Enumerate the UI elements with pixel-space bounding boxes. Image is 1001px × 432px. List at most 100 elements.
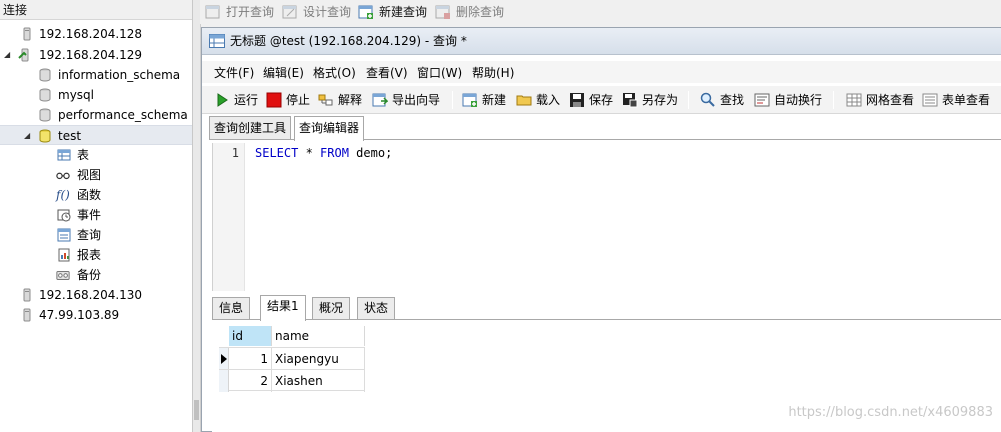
cell-id[interactable]: 2 xyxy=(229,370,272,392)
tree-item-reports[interactable]: 报表 xyxy=(0,245,192,265)
tree-item-label: 表 xyxy=(77,148,90,162)
tree-item-label: 事件 xyxy=(77,208,102,222)
export-icon xyxy=(372,93,388,107)
watermark: https://blog.csdn.net/x4609883 xyxy=(788,405,993,420)
database-icon xyxy=(39,108,51,122)
row-indicator[interactable] xyxy=(219,370,229,392)
expand-arrow-icon[interactable]: ◢ xyxy=(24,126,32,146)
row-indicator[interactable] xyxy=(219,348,229,370)
tree-item-connection-130[interactable]: 192.168.204.130 xyxy=(0,285,192,305)
tree-item-db-information-schema[interactable]: information_schema xyxy=(0,65,192,85)
menu-file[interactable]: 文件(F) xyxy=(214,64,254,81)
tree-item-queries[interactable]: 查询 xyxy=(0,225,192,245)
tree-item-label: 192.168.204.130 xyxy=(39,288,143,302)
tree-item-label: 192.168.204.128 xyxy=(39,27,143,41)
menu-edit[interactable]: 编辑(E) xyxy=(263,64,304,81)
sql-table-name: demo; xyxy=(348,146,393,160)
menu-format[interactable]: 格式(O) xyxy=(313,64,356,81)
table-row[interactable]: 2 Xiashen xyxy=(219,369,365,392)
toolbar-separator xyxy=(833,91,834,109)
tree-item-connection-47[interactable]: 47.99.103.89 xyxy=(0,305,192,325)
column-header-name[interactable]: name xyxy=(272,326,365,346)
word-wrap-label: 自动换行 xyxy=(774,93,823,107)
load-label: 载入 xyxy=(536,93,561,107)
tree-item-connection-129[interactable]: ◢ 192.168.204.129 xyxy=(0,45,192,65)
tab-query-editor[interactable]: 查询编辑器 xyxy=(294,116,365,141)
sql-code-line[interactable]: SELECT * FROM demo; xyxy=(255,146,392,160)
tree-item-tables[interactable]: 表 xyxy=(0,145,192,165)
menu-view[interactable]: 查看(V) xyxy=(366,64,408,81)
export-wizard-label: 导出向导 xyxy=(392,93,441,107)
splitter-handle[interactable] xyxy=(194,400,199,420)
grid-header-row: id name xyxy=(219,326,365,346)
run-label: 运行 xyxy=(234,93,259,107)
expand-arrow-icon[interactable]: ◢ xyxy=(4,45,12,65)
server-icon xyxy=(23,288,31,302)
menu-help[interactable]: 帮助(H) xyxy=(472,64,514,81)
tree-item-functions[interactable]: f() 函数 xyxy=(0,185,192,205)
sql-star: * xyxy=(298,146,321,160)
report-icon xyxy=(58,248,70,262)
magnifier-icon xyxy=(700,92,715,107)
play-icon xyxy=(217,93,228,107)
tab-query-builder[interactable]: 查询创建工具 xyxy=(209,116,292,140)
tree-item-events[interactable]: 事件 xyxy=(0,205,192,225)
explain-label: 解释 xyxy=(338,93,363,107)
new-query-label: 新建查询 xyxy=(379,5,428,19)
tree-item-db-test[interactable]: ◢ test xyxy=(0,125,192,145)
design-query-icon xyxy=(282,5,297,19)
column-header-id[interactable]: id xyxy=(229,326,272,346)
form-icon xyxy=(922,93,938,107)
query-toolbar: 运行 停止 解释 导出向导 新建 载入 保存 另存为 查找 自动换行 网格查看 … xyxy=(202,86,1001,114)
delete-query-icon xyxy=(435,5,450,19)
tree-item-label: performance_schema xyxy=(58,108,188,122)
database-icon xyxy=(39,88,51,102)
form-view-label: 表单查看 xyxy=(942,93,991,107)
open-query-icon xyxy=(205,5,220,19)
cell-id[interactable]: 1 xyxy=(229,348,272,370)
tree-item-db-mysql[interactable]: mysql xyxy=(0,85,192,105)
sql-editor[interactable]: 1 SELECT * FROM demo; xyxy=(212,143,1001,291)
tree-item-label: 函数 xyxy=(77,188,102,202)
query-window-titlebar[interactable]: 无标题 @test (192.168.204.129) - 查询 * xyxy=(202,28,1001,55)
menu-window[interactable]: 窗口(W) xyxy=(417,64,462,81)
line-number: 1 xyxy=(231,146,239,160)
tree-item-db-performance-schema[interactable]: performance_schema xyxy=(0,105,192,125)
tab-result1[interactable]: 结果1 xyxy=(260,295,306,321)
function-icon: f() xyxy=(56,188,70,202)
server-icon xyxy=(23,27,31,41)
tree-item-connection-128[interactable]: 192.168.204.128 xyxy=(0,24,192,44)
find-label: 查找 xyxy=(720,93,745,107)
database-icon xyxy=(39,68,51,82)
query-window-title: 无标题 @test (192.168.204.129) - 查询 * xyxy=(230,34,467,48)
menu-bar: 文件(F) 编辑(E) 格式(O) 查看(V) 窗口(W) 帮助(H) xyxy=(202,61,1001,83)
cell-name[interactable]: Xiashen xyxy=(272,370,365,392)
sql-keyword-from: FROM xyxy=(320,146,349,160)
result-tab-divider xyxy=(212,319,1001,320)
explain-icon xyxy=(318,94,333,106)
tab-status[interactable]: 状态 xyxy=(357,297,396,320)
tab-profile[interactable]: 概况 xyxy=(312,297,351,320)
query-window: 无标题 @test (192.168.204.129) - 查询 * 文件(F)… xyxy=(201,27,1001,432)
panel-splitter[interactable] xyxy=(193,0,201,432)
tree-item-backups[interactable]: 备份 xyxy=(0,265,192,285)
current-row-pointer-icon xyxy=(221,354,227,364)
open-query-label: 打开查询 xyxy=(226,5,275,19)
folder-icon xyxy=(516,95,532,106)
tree-item-label: mysql xyxy=(58,88,94,102)
server-icon xyxy=(23,308,31,322)
tab-info[interactable]: 信息 xyxy=(212,297,251,320)
line-gutter: 1 xyxy=(213,143,245,291)
floppy-disk-icon xyxy=(570,93,584,107)
tree-item-label: 192.168.204.129 xyxy=(39,48,143,62)
table-row[interactable]: 1 Xiapengyu xyxy=(219,347,365,370)
table-icon xyxy=(57,149,71,161)
new-query-icon xyxy=(358,5,373,19)
new-query-icon xyxy=(462,93,477,107)
cell-name[interactable]: Xiapengyu xyxy=(272,348,365,370)
stop-label: 停止 xyxy=(286,93,311,107)
save-as-icon xyxy=(623,93,638,108)
save-as-label: 另存为 xyxy=(642,93,679,107)
design-query-label: 设计查询 xyxy=(303,5,352,19)
tree-item-views[interactable]: 视图 xyxy=(0,165,192,185)
